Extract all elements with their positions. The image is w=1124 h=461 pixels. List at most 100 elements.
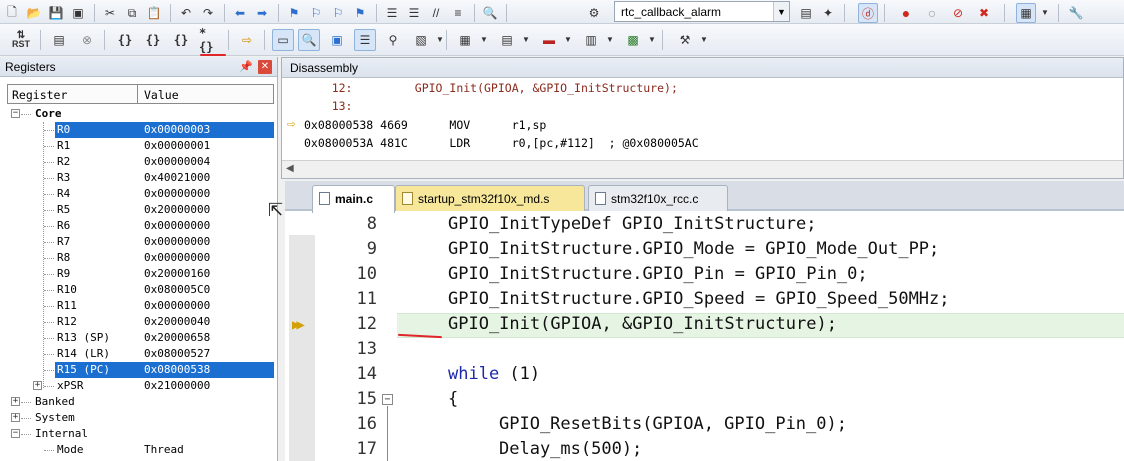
step-over-icon[interactable]: {} — [142, 29, 164, 51]
memory-window-icon[interactable]: ▦ — [454, 29, 476, 51]
column-value[interactable]: Value — [144, 88, 179, 102]
register-row-r12[interactable]: R12 0x20000040 — [7, 314, 274, 330]
analysis-window-icon[interactable]: ▬ — [538, 29, 560, 51]
pack-installer-icon[interactable]: ✦ — [818, 3, 838, 23]
disasm-instruction-line[interactable]: 0x0800053A 481C LDR r0,[pc,#112] ; @0x08… — [304, 136, 699, 150]
save-all-icon[interactable]: ▣ — [68, 3, 88, 23]
bookmark-icon[interactable]: ⚑ — [284, 3, 304, 23]
target-options-icon[interactable]: ⚙ — [584, 3, 604, 23]
chevron-down-icon[interactable]: ▼ — [436, 35, 444, 44]
code-text[interactable]: Delay_ms(500); — [499, 439, 642, 459]
register-row-r5[interactable]: R5 0x20000000 — [7, 202, 274, 218]
collapse-icon[interactable]: − — [11, 429, 20, 438]
register-value[interactable]: 0x20000040 — [144, 315, 210, 328]
disasm-instruction-line[interactable]: 0x08000538 4669 MOV r1,sp — [304, 118, 546, 132]
code-text[interactable]: while (1) — [448, 364, 540, 384]
tree-group-internal[interactable]: − Internal — [7, 426, 274, 442]
window-layout-icon[interactable]: ▦ — [1016, 3, 1036, 23]
save-icon[interactable]: 💾 — [46, 3, 66, 23]
tree-group-system[interactable]: + System — [7, 410, 274, 426]
bookmark-prev-icon[interactable]: ⚐ — [306, 3, 326, 23]
register-value[interactable]: 0x00000004 — [144, 155, 210, 168]
step-out-icon[interactable]: {} — [170, 29, 192, 51]
tree-group-core[interactable]: − Core — [7, 106, 274, 122]
disasm-source-line[interactable]: 13: — [304, 99, 353, 113]
enable-breakpoint-icon[interactable]: ○ — [922, 3, 942, 23]
register-value[interactable]: 0x20000658 — [144, 331, 210, 344]
tab-rcc-file[interactable]: stm32f10x_rcc.c — [588, 185, 728, 211]
register-value[interactable]: 0x08000538 — [144, 363, 210, 376]
run-to-cursor-icon[interactable]: *{} — [198, 26, 220, 54]
register-value[interactable]: 0x080005C0 — [144, 283, 210, 296]
register-value[interactable]: 0x20000160 — [144, 267, 210, 280]
expand-icon[interactable]: + — [33, 381, 42, 390]
tree-group-banked[interactable]: + Banked — [7, 394, 274, 410]
column-register[interactable]: Register — [12, 88, 67, 102]
register-value[interactable]: 0x40021000 — [144, 171, 210, 184]
tab-main-c[interactable]: main.c — [312, 185, 395, 213]
chevron-down-icon[interactable]: ▼ — [700, 35, 708, 44]
configure-wrench-icon[interactable]: 🔧 — [1066, 3, 1086, 23]
nav-back-icon[interactable]: ⬅ — [230, 3, 250, 23]
find-in-files-icon[interactable]: 🔍 — [480, 3, 500, 23]
disasm-source-line[interactable]: 12: GPIO_Init(GPIOA, &GPIO_InitStructure… — [304, 81, 678, 95]
pin-icon[interactable]: 📌 — [239, 60, 253, 73]
register-row-r3[interactable]: R3 0x40021000 — [7, 170, 274, 186]
register-row-r1[interactable]: R1 0x00000001 — [7, 138, 274, 154]
code-area[interactable]: 8 GPIO_InitTypeDef GPIO_InitStructure; 9 GP… — [285, 213, 1124, 461]
register-row-r6[interactable]: R6 0x00000000 — [7, 218, 274, 234]
register-row-r9[interactable]: R9 0x20000160 — [7, 266, 274, 282]
chevron-down-icon[interactable]: ▼ — [522, 35, 530, 44]
register-row-r8[interactable]: R8 0x00000000 — [7, 250, 274, 266]
bookmark-next-icon[interactable]: ⚐ — [328, 3, 348, 23]
tab-startup-file[interactable]: startup_stm32f10x_md.s — [395, 185, 585, 211]
system-viewer-icon[interactable]: ▩ — [622, 29, 644, 51]
registers-window-icon[interactable]: ☰ — [354, 29, 376, 51]
code-text[interactable]: GPIO_InitStructure.GPIO_Speed = GPIO_Spe… — [448, 289, 950, 309]
uncomment-icon[interactable]: ≡ — [448, 3, 468, 23]
show-next-statement-icon[interactable]: ⇨ — [236, 29, 258, 51]
register-row-r15-pc[interactable]: R15 (PC) 0x08000538 — [7, 362, 274, 378]
register-value[interactable]: Thread — [144, 443, 184, 456]
register-row-r14-lr[interactable]: R14 (LR) 0x08000527 — [7, 346, 274, 362]
register-row-r0[interactable]: R0 0x00000003 — [7, 122, 274, 138]
kill-breakpoints-icon[interactable]: ✖ — [974, 3, 994, 23]
open-folder-icon[interactable]: 📂 — [24, 3, 44, 23]
register-value[interactable]: 0x00000000 — [144, 235, 210, 248]
disable-breakpoints-icon[interactable]: ⊘ — [948, 3, 968, 23]
target-select[interactable]: rtc_callback_alarm ▼ — [614, 1, 790, 22]
code-line-16[interactable]: 16 GPIO_ResetBits(GPIOA, GPIO_Pin_0); — [285, 413, 1124, 438]
chevron-down-icon[interactable]: ▼ — [606, 35, 614, 44]
register-row-r13-sp[interactable]: R13 (SP) 0x20000658 — [7, 330, 274, 346]
horizontal-scrollbar[interactable]: ◀ — [282, 160, 1123, 178]
code-text[interactable]: GPIO_InitTypeDef GPIO_InitStructure; — [448, 214, 816, 234]
code-text[interactable]: GPIO_ResetBits(GPIOA, GPIO_Pin_0); — [499, 414, 847, 434]
indent-icon[interactable]: ☰ — [382, 3, 402, 23]
debug-session-icon[interactable]: ⓓ — [858, 3, 878, 23]
unindent-icon[interactable]: ☰ — [404, 3, 424, 23]
run-icon[interactable]: ▤ — [48, 29, 70, 51]
code-line-11[interactable]: 11 GPIO_InitStructure.GPIO_Speed = GPIO_S… — [285, 288, 1124, 313]
register-value[interactable]: 0x21000000 — [144, 379, 210, 392]
cut-icon[interactable]: ✂ — [100, 3, 120, 23]
code-line-17[interactable]: 17 Delay_ms(500); — [285, 438, 1124, 461]
chevron-down-icon[interactable]: ▼ — [1041, 8, 1049, 17]
code-line-8[interactable]: 8 GPIO_InitTypeDef GPIO_InitStructure; — [285, 213, 1124, 238]
nav-forward-icon[interactable]: ➡ — [252, 3, 272, 23]
code-line-13[interactable]: 13 — [285, 338, 1124, 363]
scroll-left-icon[interactable]: ◀ — [286, 163, 294, 174]
chevron-down-icon[interactable]: ▼ — [480, 35, 488, 44]
stop-icon[interactable]: ⊗ — [76, 29, 98, 51]
paste-icon[interactable]: 📋 — [144, 3, 164, 23]
code-line-10[interactable]: 10 GPIO_InitStructure.GPIO_Pin = GPIO_Pin… — [285, 263, 1124, 288]
comment-icon[interactable]: // — [426, 3, 446, 23]
register-value[interactable]: 0x00000000 — [144, 187, 210, 200]
register-row-r4[interactable]: R4 0x00000000 — [7, 186, 274, 202]
code-line-14[interactable]: 14 while (1) — [285, 363, 1124, 388]
close-icon[interactable]: ✕ — [258, 60, 272, 74]
serial-window-icon[interactable]: ▤ — [496, 29, 518, 51]
reset-cpu-button[interactable]: ⇅ RST — [10, 29, 32, 51]
expand-icon[interactable]: + — [11, 397, 20, 406]
toolbox-icon[interactable]: ⚒ — [674, 29, 696, 51]
code-text[interactable]: GPIO_InitStructure.GPIO_Mode = GPIO_Mode… — [448, 239, 939, 259]
